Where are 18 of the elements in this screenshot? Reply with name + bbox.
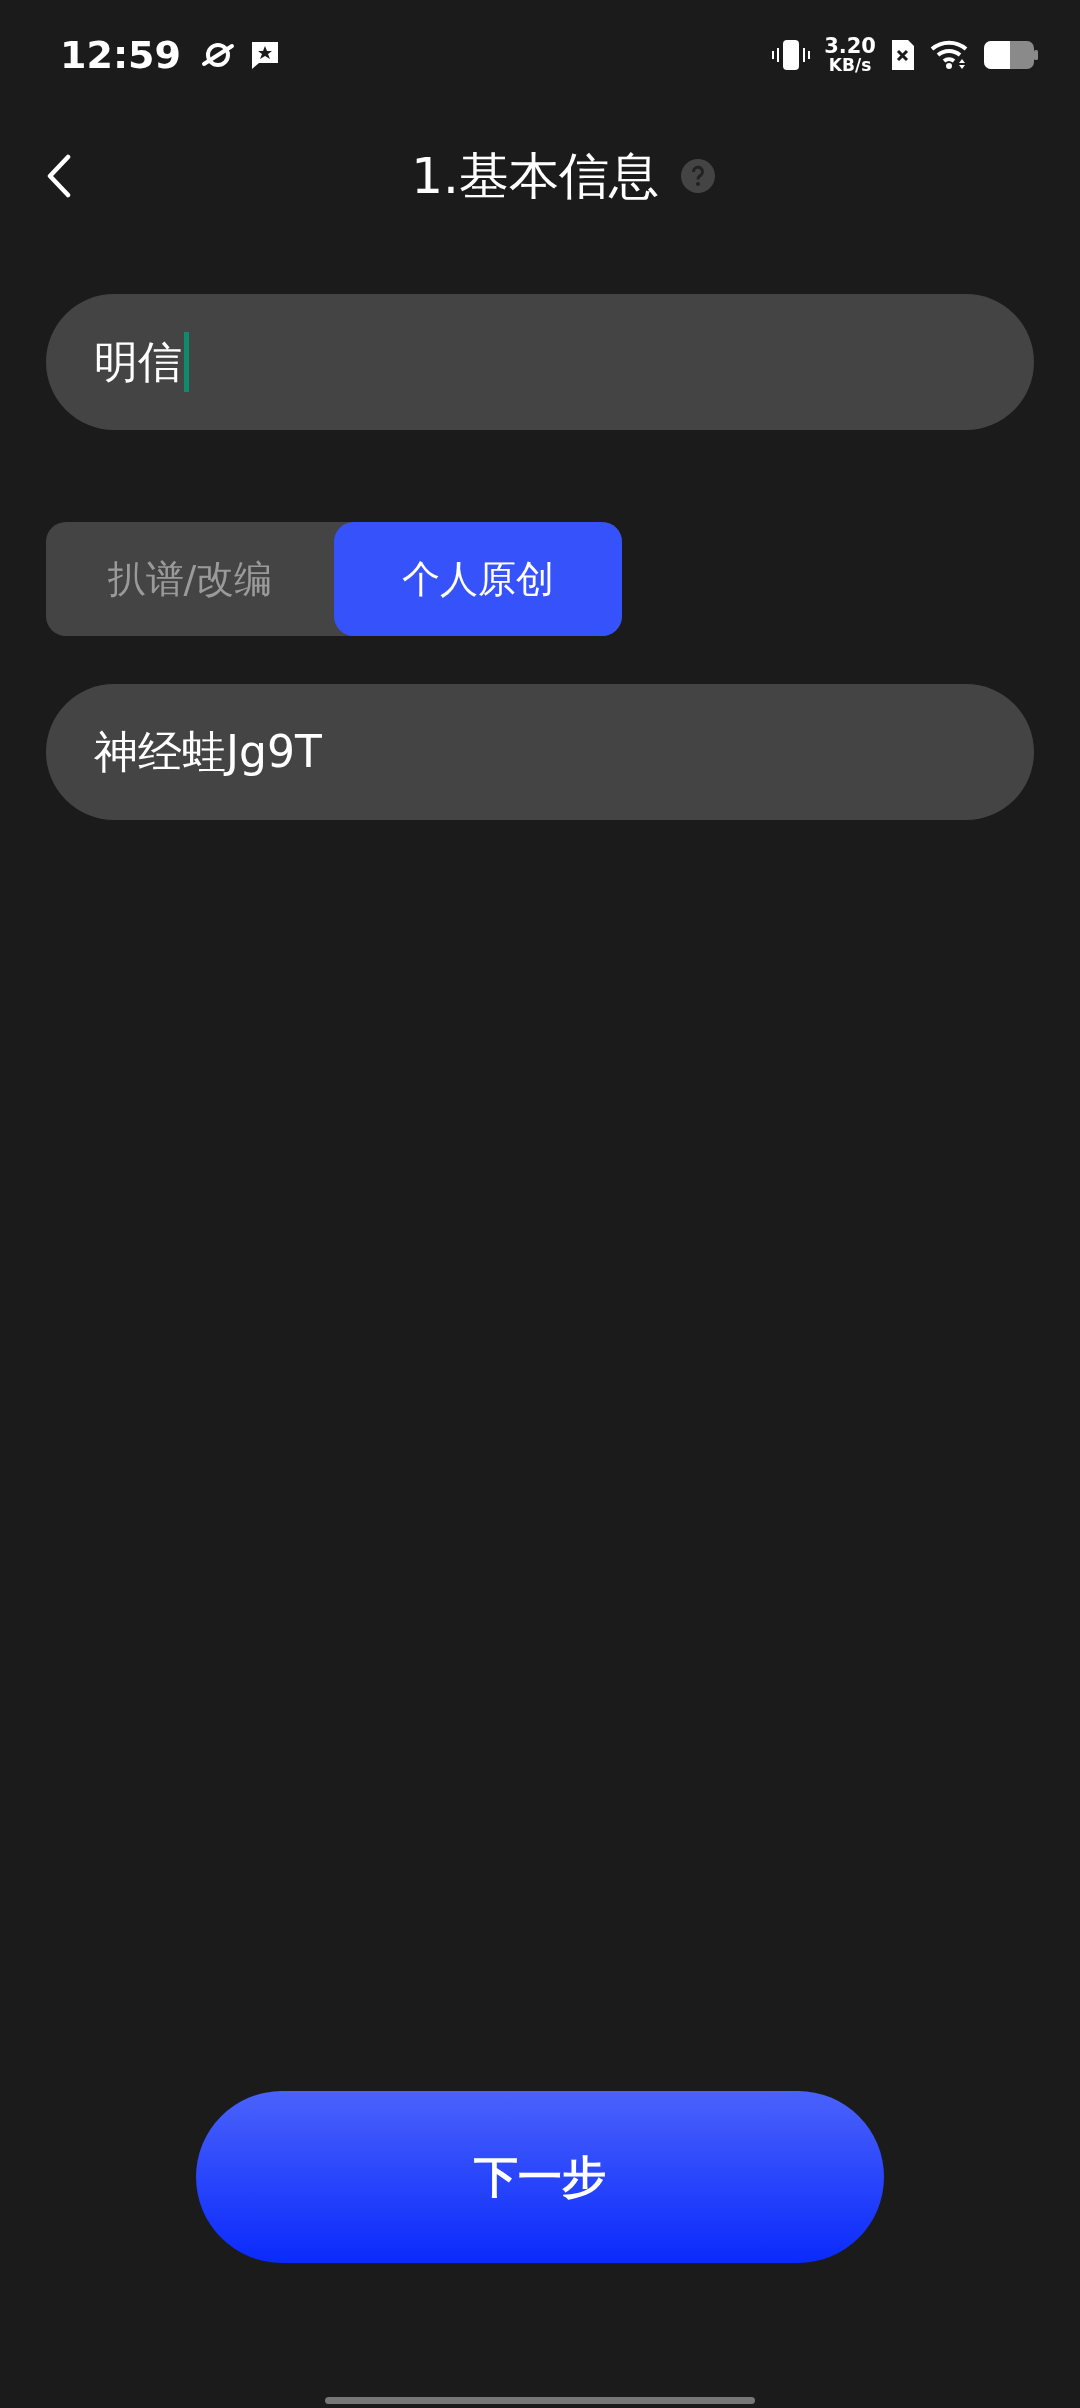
segment-tab[interactable]: 个人原创 — [334, 522, 622, 636]
status-time: 12:59 — [60, 33, 181, 77]
author-input-value: 神经蛙Jg9T — [94, 724, 322, 779]
wifi-icon — [930, 39, 970, 71]
title-input-value: 明信 — [94, 334, 182, 389]
speed-value: 3.20 — [824, 36, 876, 57]
page-title: 1.基本信息 — [411, 145, 659, 207]
title-input[interactable]: 明信 — [46, 294, 1034, 430]
help-icon[interactable] — [680, 159, 715, 193]
author-input[interactable]: 神经蛙Jg9T — [46, 684, 1034, 820]
segment-tab[interactable]: 扒谱/改编 — [46, 522, 334, 636]
vibrate-icon — [772, 38, 811, 72]
speed-unit: KB/s — [828, 57, 872, 74]
home-indicator[interactable] — [325, 2397, 755, 2404]
battery-icon — [984, 41, 1038, 69]
next-step-button[interactable]: 下一步 — [196, 2091, 884, 2263]
sim-card-icon — [890, 38, 916, 72]
back-icon[interactable] — [46, 154, 72, 198]
